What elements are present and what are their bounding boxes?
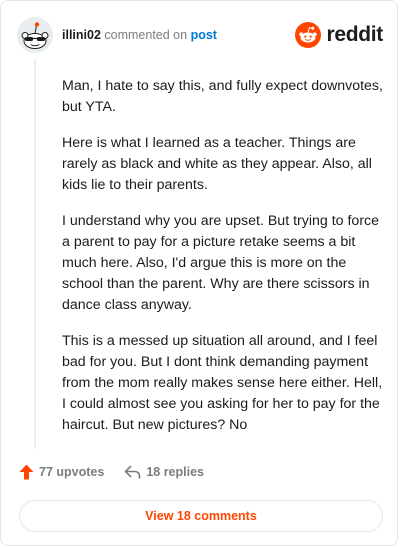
- comment-card: illini02 commented on post reddit Man, I…: [0, 0, 398, 546]
- comment-paragraph: Here is what I learned as a teacher. Thi…: [62, 135, 372, 193]
- comment-header: illini02 commented on post reddit: [17, 15, 383, 55]
- upvote-arrow-icon[interactable]: [19, 464, 34, 480]
- comment-footer: 77 upvotes 18 replies: [19, 464, 204, 480]
- comment-body: Man, I hate to say this, and fully expec…: [62, 76, 388, 451]
- snoo-sunglasses-avatar-icon: [17, 17, 53, 53]
- comment-paragraph: I understand why you are upset. But tryi…: [62, 213, 380, 313]
- comment-byline: illini02 commented on post: [62, 28, 217, 42]
- post-link[interactable]: post: [191, 28, 217, 42]
- action-text: commented on: [104, 28, 188, 42]
- comment-paragraph: This is a messed up situation all around…: [62, 333, 383, 433]
- reddit-snoo-icon: [295, 22, 322, 48]
- replies-stat[interactable]: 18 replies: [124, 465, 204, 479]
- author-username[interactable]: illini02: [62, 28, 101, 42]
- reddit-brand[interactable]: reddit: [295, 22, 383, 48]
- replies-count: 18 replies: [146, 465, 204, 479]
- comment-paragraph: Man, I hate to say this, and fully expec…: [62, 78, 383, 115]
- brand-wordmark: reddit: [326, 23, 383, 46]
- user-avatar[interactable]: [17, 17, 53, 53]
- upvotes-count: 77 upvotes: [39, 465, 105, 479]
- view-comments-button[interactable]: View 18 comments: [19, 500, 383, 532]
- upvotes-stat[interactable]: 77 upvotes: [19, 464, 104, 480]
- thread-line[interactable]: [34, 59, 36, 449]
- reply-arrow-icon: [125, 465, 141, 479]
